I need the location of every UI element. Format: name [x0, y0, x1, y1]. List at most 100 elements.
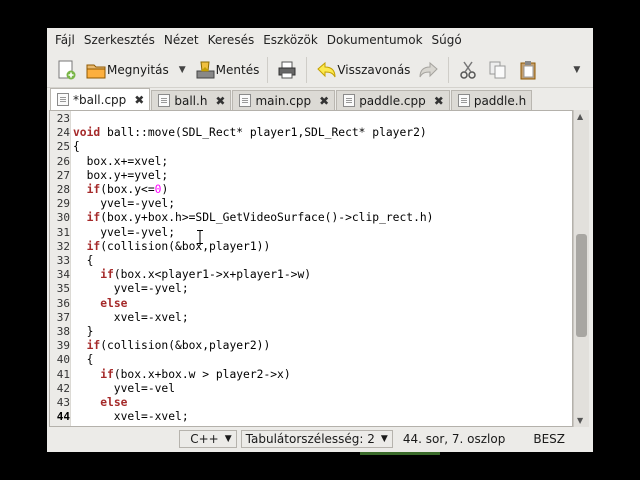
menu-search[interactable]: Keresés [204, 33, 259, 47]
code-line[interactable]: yvel=-yvel; [73, 197, 175, 211]
document-icon [343, 94, 356, 107]
menu-bar: Fájl Szerkesztés Nézet Keresés Eszközök … [47, 28, 593, 52]
taskbar-indicator [360, 452, 440, 455]
line-number: 34 [56, 268, 70, 282]
tab-paddle-h[interactable]: paddle.h [450, 90, 533, 110]
language-label: C++ [190, 432, 219, 446]
folder-icon [85, 59, 107, 81]
line-number: 38 [56, 325, 70, 338]
line-number: 42 [56, 381, 70, 395]
document-icon [239, 94, 252, 107]
document-icon [158, 94, 171, 107]
new-button[interactable] [51, 55, 81, 85]
overflow-arrow-icon: ▼ [573, 64, 581, 75]
close-icon[interactable]: ✖ [434, 94, 444, 108]
code-editor[interactable]: 23 24 25 26 27 28 29 30 31 32 33 34 35 36 37 38 39 40 41 42… [49, 110, 573, 427]
code-line[interactable]: { [73, 254, 94, 268]
toolbar-separator [306, 56, 308, 83]
scroll-down-icon[interactable]: ▼ [577, 416, 583, 425]
redo-arrow-icon [418, 59, 440, 81]
close-icon[interactable]: ✖ [215, 94, 225, 108]
menu-documents[interactable]: Dokumentumok [323, 33, 427, 47]
menu-help[interactable]: Súgó [428, 33, 466, 47]
line-number: 24 [56, 126, 70, 140]
cursor-position: 44. sor, 7. oszlop [402, 432, 506, 446]
toolbar-overflow-button[interactable]: ▼ [567, 55, 584, 85]
vertical-scrollbar[interactable]: ▲ ▼ [573, 110, 589, 427]
code-line[interactable]: else [73, 297, 127, 311]
undo-button[interactable]: Visszavonás [311, 55, 414, 85]
menu-tools[interactable]: Eszközök [259, 33, 322, 47]
open-button[interactable]: Megnyitás [81, 55, 173, 85]
toolbar-separator [267, 56, 269, 83]
tab-label: main.cpp [255, 93, 312, 108]
code-line[interactable]: if(collision(&box,player2)) [73, 339, 271, 353]
code-line[interactable]: { [73, 353, 94, 367]
tab-main-cpp[interactable]: main.cpp ✖ [232, 90, 336, 110]
code-line[interactable]: box.x+=xvel; [73, 155, 169, 169]
save-icon [194, 59, 216, 81]
code-line[interactable]: void ball::move(SDL_Rect* player1,SDL_Re… [73, 126, 427, 140]
code-line[interactable]: yvel=-yvel; [73, 282, 189, 296]
line-number: 25 [56, 140, 70, 154]
print-button[interactable] [272, 55, 302, 85]
undo-arrow-icon [315, 59, 337, 81]
save-button[interactable]: Mentés [190, 55, 264, 85]
clipboard-icon [517, 59, 539, 81]
line-number: 43 [56, 396, 70, 409]
code-line[interactable]: xvel=-xvel; [73, 311, 189, 325]
tab-paddle-cpp[interactable]: paddle.cpp ✖ [336, 90, 450, 110]
tab-ball-cpp[interactable]: *ball.cpp ✖ [50, 88, 151, 110]
save-label: Mentés [215, 62, 260, 77]
cut-button[interactable] [453, 55, 483, 85]
code-line[interactable]: if(collision(&box,player1)) [73, 240, 271, 254]
line-number: 36 [56, 296, 70, 310]
code-line[interactable]: if(box.x+box.w > player2->x) [73, 368, 290, 382]
code-line[interactable]: xvel=-xvel; [73, 410, 189, 424]
copy-button[interactable] [483, 55, 513, 85]
menu-edit[interactable]: Szerkesztés [80, 33, 159, 47]
line-number: 37 [56, 310, 70, 324]
menu-view[interactable]: Nézet [160, 33, 203, 47]
tab-label: *ball.cpp [73, 92, 127, 107]
scroll-up-icon[interactable]: ▲ [577, 112, 583, 121]
code-line[interactable]: yvel=-vel [73, 382, 175, 396]
line-number: 31 [56, 225, 70, 239]
document-icon [457, 94, 470, 107]
close-icon[interactable]: ✖ [134, 93, 144, 107]
language-selector[interactable]: C++ ▼ [179, 430, 237, 448]
code-line[interactable]: if(box.y<=0) [73, 183, 169, 197]
tab-width-label: Tabulátorszélesség: 2 [245, 432, 375, 446]
line-number: 28 [56, 183, 70, 196]
code-line[interactable]: { [73, 140, 80, 154]
line-number: 23 [56, 112, 70, 125]
open-label: Megnyitás [107, 62, 169, 77]
code-line[interactable]: else [73, 396, 127, 410]
menu-file[interactable]: Fájl [51, 33, 79, 47]
line-number: 29 [56, 197, 70, 211]
line-number: 41 [56, 367, 70, 381]
tab-label: ball.h [174, 93, 208, 108]
line-number: 40 [56, 353, 70, 367]
undo-label: Visszavonás [337, 62, 411, 77]
line-number: 39 [56, 339, 70, 353]
dropdown-arrow-icon: ▼ [380, 434, 388, 444]
code-line[interactable]: } [73, 325, 94, 339]
scrollbar-thumb[interactable] [576, 234, 587, 337]
dropdown-arrow-icon: ▼ [224, 434, 232, 444]
line-number: 27 [56, 168, 70, 182]
code-line[interactable]: if(box.y+box.h>=SDL_GetVideoSurface()->c… [73, 211, 434, 225]
document-icon [57, 93, 69, 106]
code-line[interactable]: yvel=-yvel; [73, 226, 175, 240]
printer-icon [276, 59, 298, 81]
code-line[interactable]: if(box.x<player1->x+player1->w) [73, 268, 311, 282]
close-icon[interactable]: ✖ [319, 94, 329, 108]
tab-ball-h[interactable]: ball.h ✖ [151, 90, 232, 110]
redo-button[interactable] [414, 55, 444, 85]
line-number: 33 [56, 254, 70, 267]
code-line[interactable]: box.y+=yvel; [73, 169, 169, 183]
line-number: 44 [56, 410, 70, 424]
tab-width-selector[interactable]: Tabulátorszélesség: 2 ▼ [240, 430, 393, 448]
open-recent-dropdown[interactable]: ▼ [173, 55, 190, 85]
paste-button[interactable] [513, 55, 543, 85]
